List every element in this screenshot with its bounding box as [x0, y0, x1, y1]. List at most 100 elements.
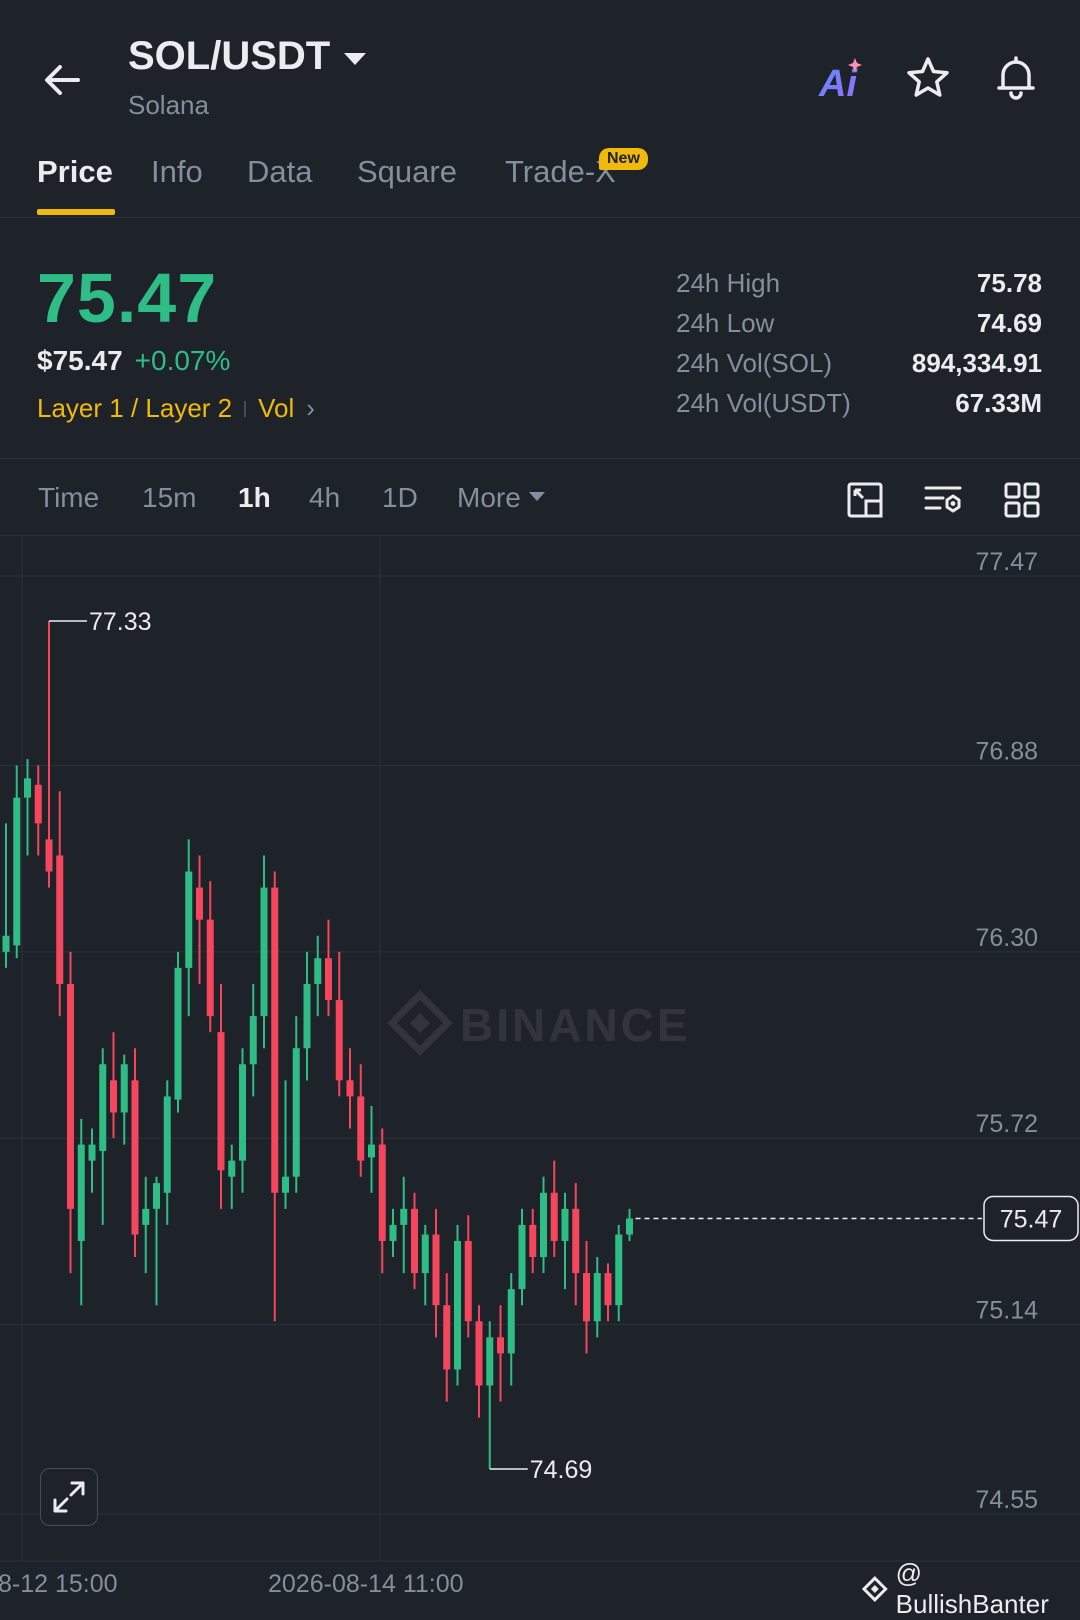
candle-body	[497, 1337, 504, 1354]
back-arrow-icon	[45, 65, 80, 95]
interval-1h[interactable]: 1h	[238, 482, 271, 514]
candle-body	[615, 1234, 623, 1306]
usd-price-line: $75.47 +0.07%	[37, 345, 230, 377]
usd-price: $75.47	[37, 345, 123, 376]
candle-body	[239, 1064, 246, 1161]
candle-body	[292, 1048, 300, 1177]
y-tick-label: 77.47	[975, 548, 1038, 576]
back-button[interactable]	[30, 48, 94, 112]
candle-body	[486, 1337, 494, 1386]
stat-label: 24h High	[676, 268, 781, 298]
candle-body	[24, 778, 31, 798]
candle-body	[411, 1208, 418, 1274]
candle-body	[196, 887, 203, 920]
more-label: More	[457, 482, 521, 513]
interval-4h[interactable]: 4h	[309, 482, 340, 514]
pair-name: Solana	[128, 90, 209, 120]
tab-info[interactable]: Info	[151, 154, 203, 190]
candle-body	[314, 958, 322, 984]
candle-body	[163, 1096, 171, 1193]
stat-24h-high: 24h High 75.78	[676, 268, 1042, 299]
candle-body	[325, 958, 332, 1001]
chevron-right-icon: ›	[306, 393, 315, 423]
candle-body	[99, 1064, 107, 1152]
chevron-down-icon	[344, 52, 367, 65]
stat-value: 894,334.91	[911, 348, 1042, 378]
bell-icon	[997, 56, 1035, 100]
candle-body	[13, 797, 21, 946]
stat-value: 75.78	[976, 268, 1042, 298]
settings-list-icon	[924, 486, 962, 513]
alert-button[interactable]	[988, 50, 1044, 106]
favorite-button[interactable]	[900, 50, 956, 106]
stat-24h-low: 24h Low 74.69	[676, 308, 1042, 339]
last-price-label: 75.47	[1000, 1205, 1063, 1233]
candle-body	[583, 1273, 590, 1322]
candle-body	[142, 1208, 150, 1225]
candle-body	[249, 1016, 257, 1065]
expand-icon	[53, 1481, 85, 1513]
candlestick-chart[interactable]: 77.47 76.88 76.30 75.72 75.14 74.55 8-12 15:00…	[0, 536, 1080, 1602]
interval-more[interactable]: More	[457, 482, 545, 514]
y-tick-label: 76.30	[975, 924, 1038, 952]
candle-body	[77, 1144, 85, 1241]
active-tab-indicator	[37, 209, 115, 215]
tab-data[interactable]: Data	[247, 154, 312, 190]
candle-body	[153, 1183, 160, 1209]
candle-body	[475, 1321, 483, 1386]
candle-body	[400, 1208, 408, 1225]
last-price: 75.47	[37, 259, 218, 337]
y-tick-label: 75.72	[975, 1110, 1038, 1138]
grid-icon	[1004, 482, 1040, 518]
stat-24h-vol-sol: 24h Vol(SOL) 894,334.91	[676, 348, 1042, 379]
layout-grid-button[interactable]	[998, 476, 1046, 524]
category-tag[interactable]: Layer 1 / Layer 2	[37, 393, 232, 424]
interval-1d[interactable]: 1D	[382, 482, 418, 514]
indicator-settings-button[interactable]	[920, 476, 968, 524]
svg-text:Ai: Ai	[818, 63, 858, 102]
interval-bar: Time 15m 1h 4h 1D More	[0, 470, 1080, 530]
tab-price[interactable]: Price	[37, 154, 113, 190]
pair-selector[interactable]: SOL/USDT	[128, 34, 367, 79]
candle-body	[529, 1224, 537, 1258]
y-tick-label: 75.14	[975, 1296, 1038, 1324]
candle-body	[378, 1144, 386, 1241]
candle-body	[217, 1032, 225, 1171]
candle-body	[518, 1224, 526, 1290]
candle-body	[282, 1176, 289, 1193]
x-tick-label: 8-12 15:00	[0, 1570, 118, 1598]
new-badge: New	[599, 148, 648, 170]
candle-body	[421, 1234, 429, 1274]
candle-body	[34, 784, 42, 824]
footer-handle: @ BullishBanter	[895, 1558, 1049, 1619]
interval-15m[interactable]: 15m	[142, 482, 196, 514]
divider	[0, 217, 1080, 218]
candle-body	[206, 919, 214, 1017]
candle-body	[540, 1192, 547, 1258]
candle-body	[464, 1240, 472, 1322]
candle-body	[228, 1160, 236, 1177]
tab-square[interactable]: Square	[357, 154, 457, 190]
chart-fullscreen-button[interactable]	[842, 476, 890, 524]
tab-bar: Price Info Data Square Trade-X New	[0, 148, 1080, 218]
candle-body	[2, 935, 10, 952]
candle-body	[56, 855, 64, 984]
ai-button[interactable]: Ai	[813, 50, 869, 106]
vol-tag[interactable]: Vol	[258, 393, 294, 424]
candle-body	[454, 1240, 461, 1370]
candle-body	[357, 1096, 365, 1161]
stat-label: 24h Vol(SOL)	[676, 348, 833, 378]
landscape-icon	[847, 482, 883, 518]
expand-chart-button[interactable]	[40, 1468, 98, 1526]
tag-line[interactable]: Layer 1 / Layer 2 Vol ›	[37, 393, 315, 424]
stat-24h-vol-usdt: 24h Vol(USDT) 67.33M	[676, 388, 1042, 419]
candle-body	[335, 1000, 343, 1081]
y-tick-label: 76.88	[975, 738, 1038, 766]
candle-body	[271, 887, 279, 1193]
candle-body	[260, 887, 268, 1017]
interval-time[interactable]: Time	[38, 482, 99, 514]
candle-body	[368, 1144, 375, 1158]
candle-body	[604, 1273, 612, 1306]
binance-logo-icon	[862, 1576, 888, 1602]
candle-body	[443, 1305, 451, 1370]
